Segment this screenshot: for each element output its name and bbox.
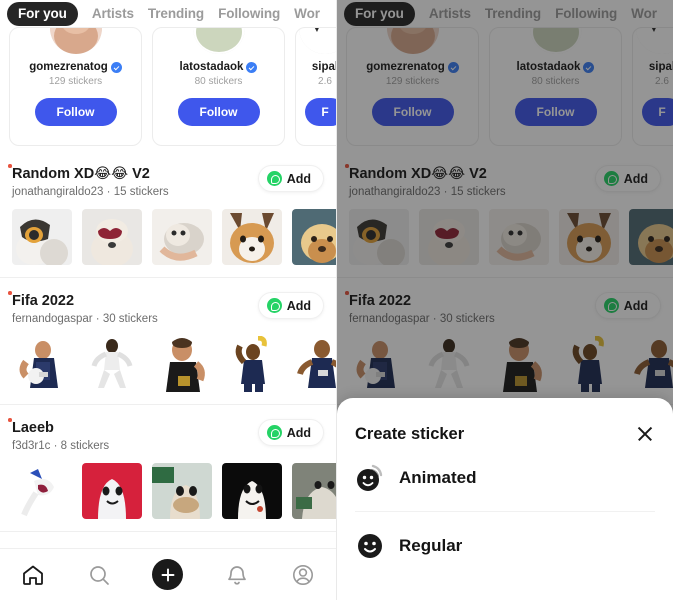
pack-thumbnail-strip[interactable] [12,209,336,265]
category-tab-bar[interactable]: For you Artists Trending Following Wor [0,0,336,27]
sticker-thumbnail[interactable] [222,336,282,392]
pack-separator: · [53,440,58,452]
pack-subtitle: f3d3r1c · 8 stickers [12,440,258,452]
creator-name: latostadaok [179,61,244,73]
sticker-thumbnail[interactable] [292,336,336,392]
pack-sticker-count: 30 stickers [102,313,158,325]
pack-subtitle: jonathangiraldo23 · 15 stickers [12,186,258,198]
whatsapp-icon [266,298,282,313]
nav-notifications-icon[interactable] [225,563,249,587]
add-button-label: Add [286,298,311,313]
pack-author: fernandogaspar [12,313,93,325]
sheet-option-animated[interactable]: Animated [355,444,655,512]
whatsapp-icon [266,171,282,186]
whatsapp-icon [266,425,282,440]
sticker-thumbnail[interactable] [292,209,336,265]
pack-author: f3d3r1c [12,440,51,452]
close-icon[interactable] [635,424,655,444]
pack-thumbnail-strip[interactable] [12,336,336,392]
avatar [49,28,102,54]
sticker-pack-row[interactable]: Laeeb f3d3r1c · 8 stickers Add [0,405,336,532]
creator-name-row: latostadaok [153,61,284,73]
sticker-pack-row[interactable]: Random XD😂😂 V2 jonathangiraldo23 · 15 st… [0,151,336,278]
follow-button[interactable]: F [305,98,336,126]
pack-header: Laeeb f3d3r1c · 8 stickers Add [8,418,324,452]
pack-author: jonathangiraldo23 [12,186,104,198]
follow-button[interactable]: Follow [34,98,117,126]
creator-card[interactable]: sipal 2.6 F [295,27,336,146]
sticker-thumbnail[interactable] [152,336,212,392]
sticker-thumbnail[interactable] [12,463,72,519]
creator-sticker-count: 2.6 [318,76,332,87]
pack-subtitle: fernandogaspar · 30 stickers [12,313,258,325]
creator-card[interactable]: gomezrenatog 129 stickers Follow [9,27,142,146]
avatar [299,28,336,54]
sticker-thumbnail[interactable] [152,463,212,519]
tab-trending[interactable]: Trending [148,6,204,21]
sticker-thumbnail[interactable] [222,209,282,265]
tab-world[interactable]: Wor [294,6,320,21]
add-pack-button[interactable]: Add [257,419,324,446]
sticker-thumbnail[interactable] [82,209,142,265]
pack-header: Random XD😂😂 V2 jonathangiraldo23 · 15 st… [8,164,324,198]
create-sticker-bottom-sheet: Create sticker Animated Regular [337,398,673,600]
nav-search-icon[interactable] [87,563,111,587]
creator-name-row: gomezrenatog [10,61,141,73]
animated-smiley-icon [357,464,383,491]
pack-title: Random XD😂😂 V2 [8,164,150,182]
pack-title: Fifa 2022 [7,291,75,309]
pack-meta: Fifa 2022 fernandogaspar · 30 stickers [7,291,258,325]
tab-following[interactable]: Following [218,6,280,21]
sticker-thumbnail[interactable] [12,336,72,392]
creator-name: sipal [311,61,336,73]
add-pack-button[interactable]: Add [257,165,324,192]
avatar [192,28,245,54]
add-button-label: Add [286,425,311,440]
sheet-option-label: Regular [399,536,463,555]
add-button-label: Add [286,171,311,186]
pack-title: Laeeb [8,418,54,436]
phone-screen-browse: For you Artists Trending Following Wor g… [0,0,336,600]
pack-meta: Random XD😂😂 V2 jonathangiraldo23 · 15 st… [8,164,258,198]
pack-sticker-count: 15 stickers [113,186,169,198]
follow-button[interactable]: Follow [177,98,260,126]
bottom-navigation-bar[interactable] [0,548,336,600]
creator-sticker-count: 129 stickers [48,76,103,87]
sticker-thumbnail[interactable] [12,209,72,265]
pack-separator: · [106,186,111,198]
sheet-option-label: Animated [399,467,477,487]
verified-badge-icon [246,61,258,73]
pack-thumbnail-strip[interactable] [12,463,336,519]
nav-create-button[interactable] [152,559,184,590]
tab-for-you[interactable]: For you [7,1,78,26]
sticker-pack-list: Random XD😂😂 V2 jonathangiraldo23 · 15 st… [0,151,336,532]
tab-artists[interactable]: Artists [92,6,134,21]
sticker-thumbnail[interactable] [222,463,282,519]
pack-sticker-count: 8 stickers [60,440,110,452]
phone-screen-create-sheet: For you Artists Trending Following Wor g… [336,0,673,600]
creator-name-row: sipal [296,61,336,73]
sticker-thumbnail[interactable] [292,463,336,519]
sheet-option-regular[interactable]: Regular [355,512,655,580]
sheet-title: Create sticker [355,424,465,443]
nav-profile-icon[interactable] [291,563,315,587]
verified-badge-icon [110,61,122,73]
sticker-thumbnail[interactable] [82,463,142,519]
sticker-thumbnail[interactable] [152,209,212,265]
creator-card-carousel[interactable]: gomezrenatog 129 stickers Follow latosta… [0,27,336,151]
nav-home-icon[interactable] [21,563,45,587]
smiley-icon [358,534,382,558]
sheet-header: Create sticker [355,398,655,444]
pack-separator: · [95,313,100,325]
pack-header: Fifa 2022 fernandogaspar · 30 stickers A… [7,291,324,325]
creator-card[interactable]: latostadaok 80 stickers Follow [152,27,285,146]
add-pack-button[interactable]: Add [257,292,324,319]
creator-sticker-count: 80 stickers [194,76,243,87]
sticker-pack-row[interactable]: Fifa 2022 fernandogaspar · 30 stickers A… [0,278,336,405]
sticker-thumbnail[interactable] [82,336,142,392]
screenshot-root: For you Artists Trending Following Wor g… [0,0,673,600]
pack-meta: Laeeb f3d3r1c · 8 stickers [8,418,258,452]
creator-name: gomezrenatog [29,61,108,73]
